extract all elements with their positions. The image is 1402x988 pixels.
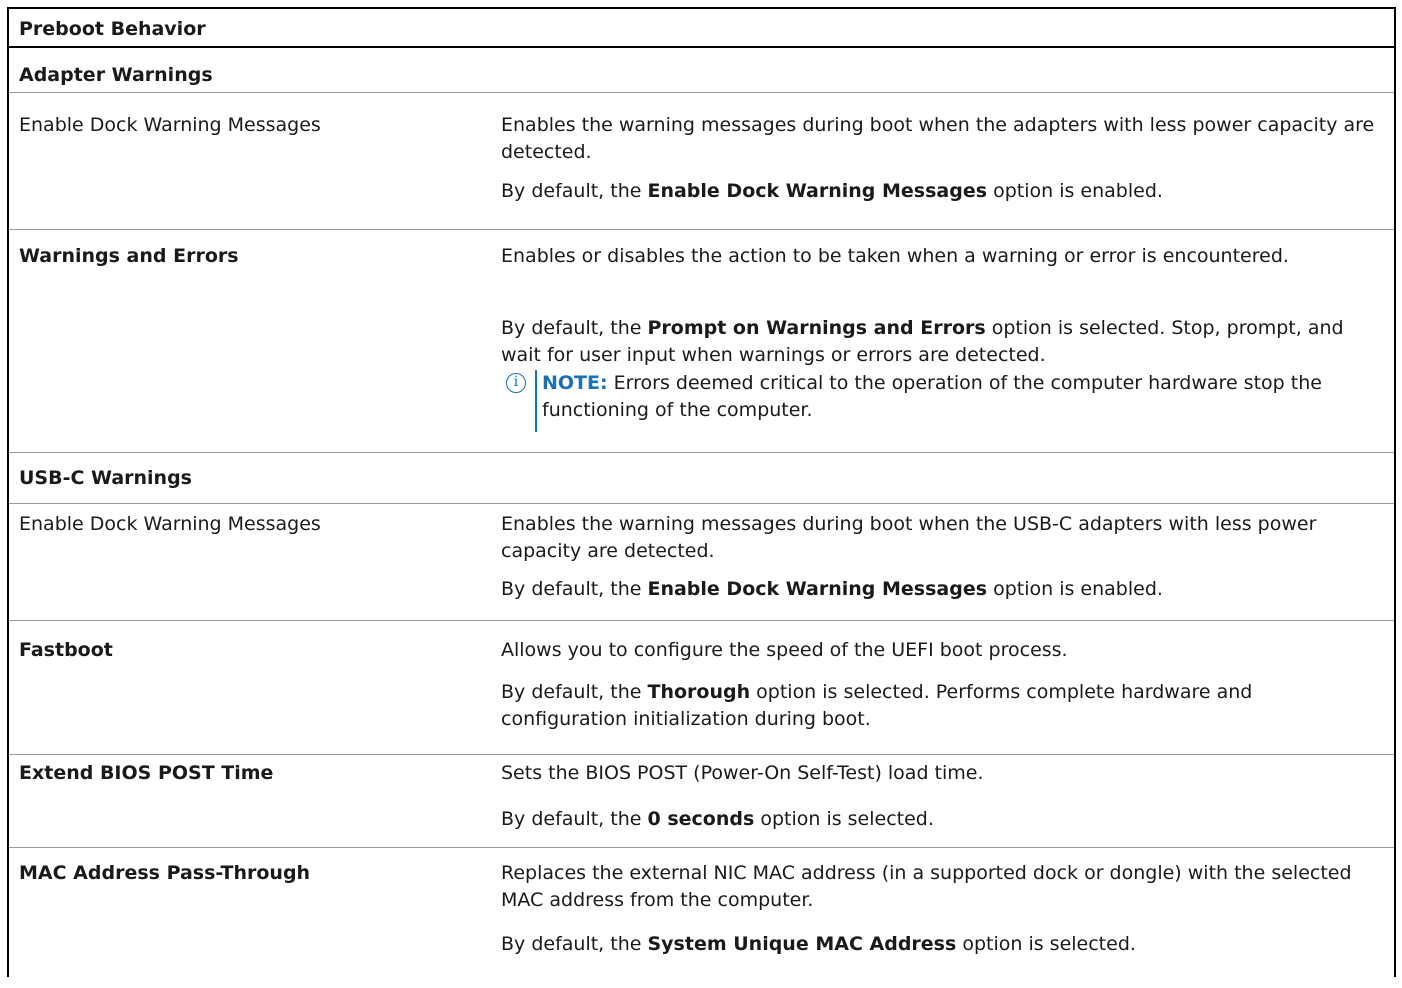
setting-name: Extend BIOS POST Time <box>19 762 274 784</box>
default-value: Enable Dock Warning Messages <box>647 180 988 202</box>
setting-default: By default, the Enable Dock Warning Mess… <box>501 578 1163 600</box>
setting-name: Fastboot <box>19 639 113 661</box>
setting-default: By default, the Prompt on Warnings and E… <box>501 317 1344 366</box>
setting-name: Warnings and Errors <box>19 245 239 267</box>
default-value: Enable Dock Warning Messages <box>647 578 988 600</box>
table-row: Fastboot Allows you to configure the spe… <box>9 621 1394 755</box>
default-value: 0 seconds <box>647 808 755 830</box>
note-text: NOTE: Errors deemed critical to the oper… <box>542 372 1322 421</box>
table-row: Warnings and Errors Enables or disables … <box>9 230 1394 453</box>
default-value: Prompt on Warnings and Errors <box>647 317 986 339</box>
table-row: Enable Dock Warning Messages Enables the… <box>9 93 1394 230</box>
setting-default: By default, the Enable Dock Warning Mess… <box>501 180 1163 202</box>
setting-description: Sets the BIOS POST (Power-On Self-Test) … <box>501 762 984 784</box>
table-row: MAC Address Pass-Through Replaces the ex… <box>9 848 1394 988</box>
table-title: Preboot Behavior <box>19 18 206 40</box>
default-value: Thorough <box>647 681 751 703</box>
setting-description: Allows you to configure the speed of the… <box>501 639 1068 661</box>
settings-table: Preboot Behavior Adapter Warnings Enable… <box>7 7 1396 977</box>
setting-description: Enables the warning messages during boot… <box>501 513 1317 562</box>
setting-default: By default, the Thorough option is selec… <box>501 681 1253 730</box>
info-circle-icon: i <box>506 373 526 393</box>
section-header: USB-C Warnings <box>9 453 1394 504</box>
setting-name: MAC Address Pass-Through <box>19 862 311 884</box>
note-accent-bar <box>535 370 537 432</box>
section-title: USB-C Warnings <box>19 467 192 489</box>
setting-description: Enables the warning messages during boot… <box>501 114 1375 163</box>
section-header: Adapter Warnings <box>9 48 1394 93</box>
setting-default: By default, the System Unique MAC Addres… <box>501 933 1136 955</box>
table-header: Preboot Behavior <box>9 9 1394 48</box>
table-row: Extend BIOS POST Time Sets the BIOS POST… <box>9 755 1394 848</box>
setting-description: Replaces the external NIC MAC address (i… <box>501 862 1352 911</box>
setting-default: By default, the 0 seconds option is sele… <box>501 808 934 830</box>
table-row: Enable Dock Warning Messages Enables the… <box>9 504 1394 621</box>
section-title: Adapter Warnings <box>19 64 213 86</box>
setting-name: Enable Dock Warning Messages <box>19 513 321 535</box>
setting-description: Enables or disables the action to be tak… <box>501 245 1289 267</box>
setting-name: Enable Dock Warning Messages <box>19 114 321 136</box>
default-value: System Unique MAC Address <box>647 933 957 955</box>
